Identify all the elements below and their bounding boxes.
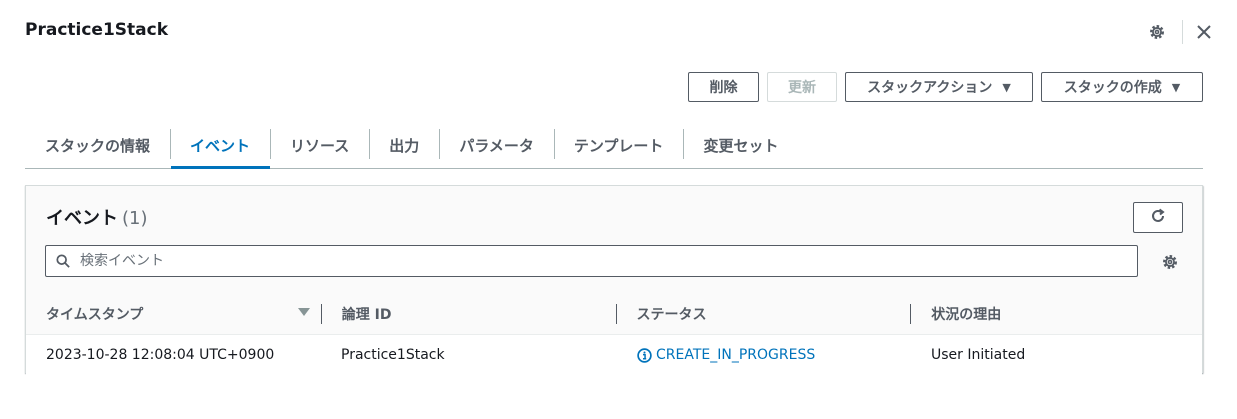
create-stack-label: スタックの作成 bbox=[1063, 80, 1162, 96]
column-header-status[interactable]: ステータス bbox=[617, 294, 912, 334]
update-button[interactable]: 更新 bbox=[767, 72, 837, 102]
tab-resources[interactable]: リソース bbox=[270, 123, 369, 168]
sort-down-icon bbox=[297, 308, 310, 316]
delete-button[interactable]: 削除 bbox=[688, 72, 759, 102]
refresh-button[interactable] bbox=[1133, 202, 1183, 233]
column-header-reason[interactable]: 状況の理由 bbox=[911, 294, 1202, 334]
status-text: CREATE_IN_PROGRESS bbox=[656, 347, 816, 363]
cell-status: CREATE_IN_PROGRESS bbox=[616, 347, 911, 363]
column-header-logical-id[interactable]: 論理 ID bbox=[322, 294, 617, 334]
delete-button-label: 削除 bbox=[709, 80, 738, 96]
search-field[interactable] bbox=[45, 245, 1138, 277]
caret-down-icon: ▼ bbox=[1171, 80, 1181, 94]
tab-parameters[interactable]: パラメータ bbox=[439, 123, 554, 168]
page-title: Practice1Stack bbox=[25, 20, 169, 40]
cell-logical-id: Practice1Stack bbox=[341, 347, 445, 363]
tab-stack-info[interactable]: スタックの情報 bbox=[25, 123, 170, 168]
cell-timestamp: 2023-10-28 12:08:04 UTC+0900 bbox=[46, 347, 275, 363]
column-header-timestamp[interactable]: タイムスタンプ bbox=[26, 294, 322, 334]
column-header-label: タイムスタンプ bbox=[46, 307, 144, 323]
events-title: イベント bbox=[46, 208, 118, 229]
tab-outputs[interactable]: 出力 bbox=[369, 123, 439, 168]
tab-events[interactable]: イベント bbox=[170, 123, 271, 169]
update-button-label: 更新 bbox=[788, 80, 816, 96]
close-icon[interactable] bbox=[1193, 21, 1215, 43]
table-body: 2023-10-28 12:08:04 UTC+0900 Practice1St… bbox=[26, 335, 1202, 375]
search-input[interactable] bbox=[78, 252, 1137, 270]
gear-icon[interactable] bbox=[1159, 251, 1181, 273]
refresh-icon bbox=[1150, 208, 1166, 228]
search-icon bbox=[54, 252, 72, 270]
cell-reason: User Initiated bbox=[931, 347, 1026, 363]
stack-actions-dropdown[interactable]: スタックアクション ▼ bbox=[845, 72, 1033, 102]
column-header-label: ステータス bbox=[636, 307, 707, 323]
events-table: タイムスタンプ 論理 ID ステータス 状況の理由 2023-10-28 12:… bbox=[26, 294, 1202, 375]
status-link[interactable]: CREATE_IN_PROGRESS bbox=[636, 347, 815, 363]
stack-actions-toolbar: 削除 更新 スタックアクション ▼ スタックの作成 ▼ bbox=[688, 72, 1203, 102]
gear-icon[interactable] bbox=[1146, 21, 1168, 43]
window-controls bbox=[1146, 20, 1215, 44]
events-panel: イベント(1) タイムスタンプ 論理 ID ステータス bbox=[25, 185, 1203, 375]
divider bbox=[1182, 20, 1183, 44]
info-icon bbox=[636, 347, 652, 363]
column-header-label: 論理 ID bbox=[341, 307, 392, 323]
tab-bar: スタックの情報 イベント リソース 出力 パラメータ テンプレート 変更セット bbox=[25, 123, 1203, 169]
tab-template[interactable]: テンプレート bbox=[553, 123, 684, 168]
column-header-label: 状況の理由 bbox=[931, 307, 1002, 323]
events-heading: イベント (1) bbox=[46, 204, 148, 230]
events-count: (1) bbox=[122, 208, 148, 229]
create-stack-dropdown[interactable]: スタックの作成 ▼ bbox=[1041, 72, 1203, 102]
caret-down-icon: ▼ bbox=[1002, 80, 1011, 94]
table-header: タイムスタンプ 論理 ID ステータス 状況の理由 bbox=[26, 294, 1202, 335]
table-row[interactable]: 2023-10-28 12:08:04 UTC+0900 Practice1St… bbox=[26, 335, 1202, 375]
stack-actions-label: スタックアクション bbox=[867, 80, 993, 96]
tab-change-sets[interactable]: 変更セット bbox=[683, 123, 798, 168]
